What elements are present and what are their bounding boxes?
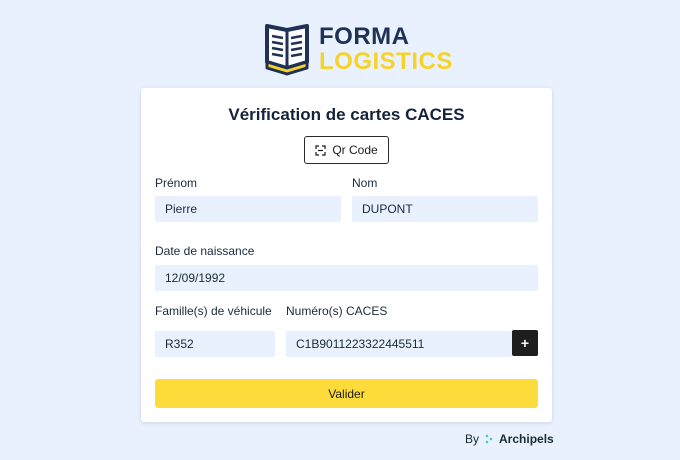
archipels-logo-icon: [485, 434, 495, 444]
qr-code-button[interactable]: Qr Code: [304, 136, 389, 164]
submit-button[interactable]: Valider: [155, 379, 538, 408]
form-title: Vérification de cartes CACES: [228, 105, 465, 124]
vehicle-family-input[interactable]: [155, 331, 275, 357]
qr-code-button-label: Qr Code: [332, 143, 378, 157]
logo-line-logistics: LOGISTICS: [319, 47, 453, 75]
logo-line-forma: FORMA: [319, 22, 410, 50]
birthdate-input[interactable]: [155, 265, 538, 291]
qr-scan-icon: [315, 144, 326, 156]
birthdate-label: Date de naissance: [155, 244, 255, 258]
footer-by: By: [465, 432, 480, 446]
caces-number-label: Numéro(s) CACES: [286, 304, 388, 318]
lastname-input[interactable]: [352, 196, 538, 222]
add-caces-button[interactable]: +: [512, 330, 538, 356]
lastname-label: Nom: [352, 176, 378, 190]
book-logo-icon: [265, 24, 309, 76]
footer-brand[interactable]: Archipels: [499, 432, 554, 446]
vehicle-family-label: Famille(s) de véhicule: [155, 304, 272, 318]
caces-verification-card: Vérification de cartes CACES Qr Code Pré…: [141, 88, 552, 422]
logo-text: FORMA LOGISTICS: [319, 22, 453, 75]
firstname-input[interactable]: [155, 196, 341, 222]
caces-number-input[interactable]: [286, 331, 512, 357]
firstname-label: Prénom: [155, 176, 198, 190]
footer-credit: By Archipels: [465, 432, 554, 446]
forma-logistics-logo: FORMA LOGISTICS: [263, 22, 453, 76]
